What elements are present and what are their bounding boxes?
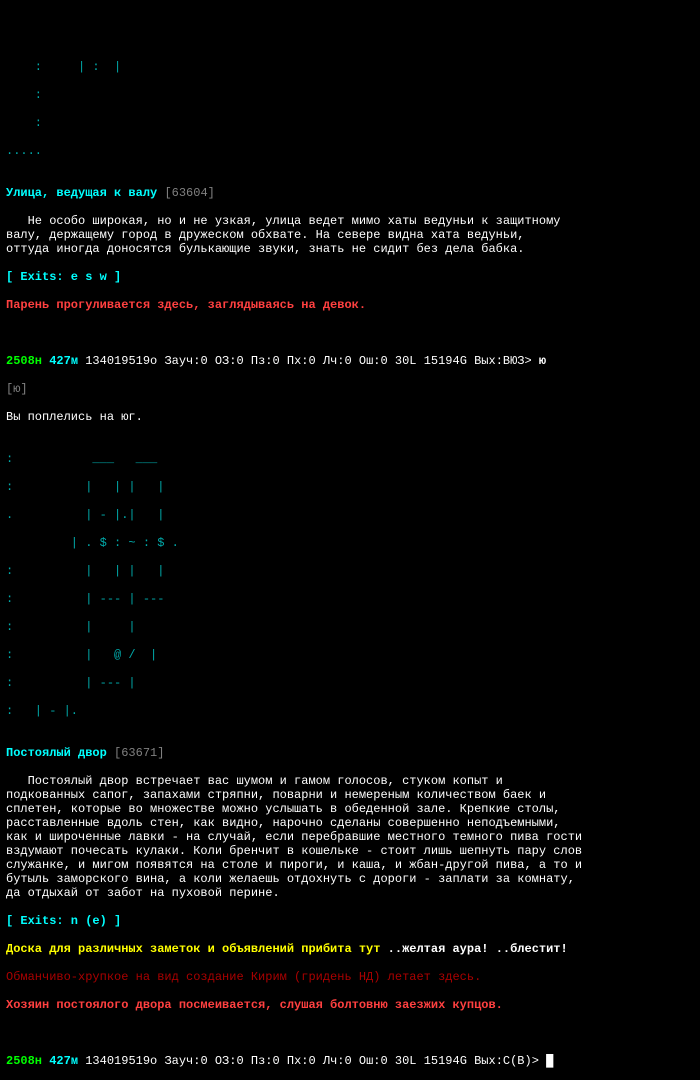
room-title: Улица, ведущая к валу [63604] xyxy=(6,186,694,200)
npc-line: Хозяин постоялого двора посмеивается, сл… xyxy=(6,998,694,1012)
prompt-rest: 134019519о Зауч:0 ОЗ:0 Пз:0 Пх:0 Лч:0 Ош… xyxy=(85,354,531,368)
ascii-map-2: : ___ ___ xyxy=(6,452,694,466)
user-command: ю xyxy=(539,354,546,368)
ascii-map-2: : | @ / | xyxy=(6,648,694,662)
room-name: Постоялый двор xyxy=(6,746,107,760)
exits: [ Exits: n (e) ] xyxy=(6,914,694,928)
room-title: Постоялый двор [63671] xyxy=(6,746,694,760)
ascii-map-2: : | --- | xyxy=(6,676,694,690)
room-name: Улица, ведущая к валу xyxy=(6,186,157,200)
ascii-map-1: : xyxy=(6,88,694,102)
object-line: Доска для различных заметок и объявлений… xyxy=(6,942,694,956)
npc-line: Парень прогуливается здесь, заглядываясь… xyxy=(6,298,694,312)
prompt-rest: 134019519о Зауч:0 ОЗ:0 Пз:0 Пх:0 Лч:0 Ош… xyxy=(85,1054,539,1068)
object-aura: ..желтая аура! ..блестит! xyxy=(388,942,568,956)
ascii-map-1: : xyxy=(6,116,694,130)
ascii-map-2: : | - |. xyxy=(6,704,694,718)
blank xyxy=(6,326,694,340)
status-prompt[interactable]: 2508н 427м 134019519о Зауч:0 ОЗ:0 Пз:0 П… xyxy=(6,1054,694,1068)
prompt-hp: 2508н xyxy=(6,354,42,368)
ascii-map-2: . | - |.| | xyxy=(6,508,694,522)
ascii-map-2: : | | | | xyxy=(6,564,694,578)
npc-line: Обманчиво-хрупкое на вид создание Кирим … xyxy=(6,970,694,984)
blank xyxy=(6,1026,694,1040)
status-prompt[interactable]: 2508н 427м 134019519о Зауч:0 ОЗ:0 Пз:0 П… xyxy=(6,354,694,368)
cursor: █ xyxy=(546,1054,553,1068)
command-echo: [ю] xyxy=(6,382,694,396)
room-description: Постоялый двор встречает вас шумом и гам… xyxy=(6,774,694,900)
prompt-mana: 427м xyxy=(49,1054,78,1068)
ascii-map-2: : | | | | xyxy=(6,480,694,494)
room-id: [63671] xyxy=(114,746,164,760)
object-text: Доска для различных заметок и объявлений… xyxy=(6,942,388,956)
ascii-map-2: : | | xyxy=(6,620,694,634)
prompt-mana: 427м xyxy=(49,354,78,368)
ascii-map-2: : | --- | --- xyxy=(6,592,694,606)
move-result: Вы поплелись на юг. xyxy=(6,410,694,424)
ascii-map-1: ..... xyxy=(6,144,694,158)
room-description: Не особо широкая, но и не узкая, улица в… xyxy=(6,214,694,256)
exits: [ Exits: e s w ] xyxy=(6,270,694,284)
ascii-map-2: | . $ : ~ : $ . xyxy=(6,536,694,550)
prompt-hp: 2508н xyxy=(6,1054,42,1068)
room-id: [63604] xyxy=(164,186,214,200)
ascii-map-1: : | : | xyxy=(6,60,694,74)
